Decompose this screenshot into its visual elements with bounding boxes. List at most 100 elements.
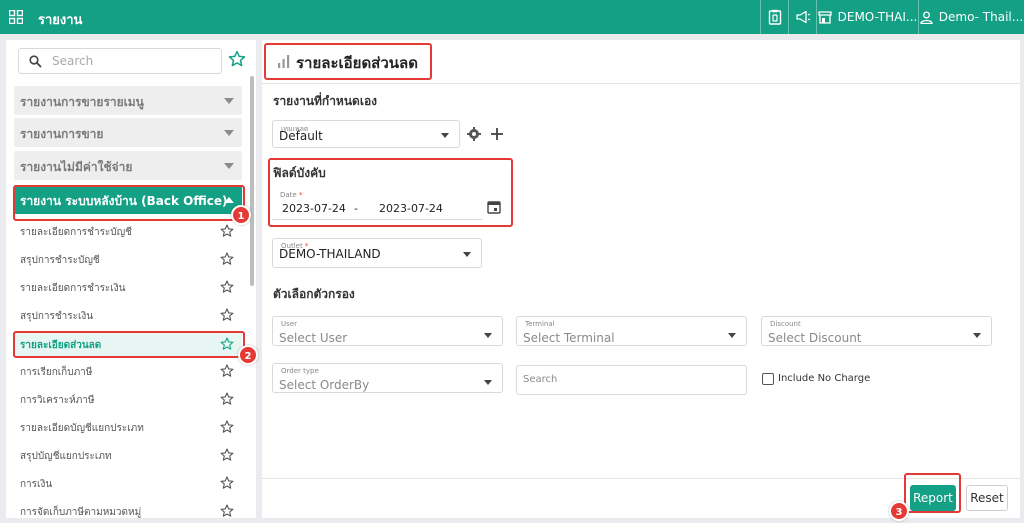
favorites-star-icon[interactable] (228, 50, 246, 68)
include-no-charge-label[interactable]: Include No Charge (778, 373, 870, 384)
gear-icon[interactable] (466, 126, 482, 142)
sidebar-item[interactable]: รายละเอียดบัญชีแยกประเภท (14, 416, 242, 440)
star-icon[interactable] (220, 337, 234, 351)
user-icon (920, 11, 933, 24)
sidebar-scrollbar[interactable] (250, 76, 254, 286)
include-no-charge-checkbox[interactable] (762, 373, 774, 385)
terminal-placeholder: Select Terminal (523, 331, 615, 345)
terminal-select[interactable]: Terminal Select Terminal (516, 316, 747, 346)
item-label: การเงิน (20, 479, 53, 490)
user-label: User (281, 320, 297, 328)
star-icon[interactable] (220, 308, 234, 322)
reset-button[interactable]: Reset (966, 485, 1008, 511)
bar-chart-icon (278, 55, 290, 68)
item-label: การเรียกเก็บภาษี (20, 367, 93, 378)
step-badge-3: 3 (889, 501, 909, 521)
required-fields-title: ฟิลด์บังคับ (273, 166, 326, 180)
discount-label: Discount (770, 320, 801, 328)
grid-icon[interactable] (9, 10, 23, 24)
sidebar-search-input[interactable]: Search (18, 48, 222, 74)
item-label: รายละเอียดบัญชีแยกประเภท (20, 423, 144, 434)
sidebar-item[interactable]: รายละเอียดการชำระบัญชี (14, 220, 242, 244)
item-label: สรุปการชำระเงิน (20, 311, 94, 322)
star-icon[interactable] (220, 252, 234, 266)
order-type-select[interactable]: Order type Select OrderBy (272, 363, 503, 393)
sidebar-item[interactable]: การวิเคราะห์ภาษี (14, 388, 242, 412)
discount-select[interactable]: Discount Select Discount (761, 316, 992, 346)
template-value: Default (279, 129, 323, 143)
group-label: รายงานการขายรายเมนู (20, 95, 144, 109)
user-placeholder: Select User (279, 331, 348, 345)
star-icon[interactable] (220, 280, 234, 294)
announcement-button[interactable] (788, 0, 816, 34)
user-menu[interactable]: Demo- Thail... (918, 0, 1024, 34)
date-end[interactable]: 2023-07-24 (379, 202, 443, 215)
item-label: รายละเอียดการชำระเงิน (20, 283, 126, 294)
item-label: การจัดเก็บภาษีตามหมวดหมู่ (20, 507, 142, 518)
chevron-down-icon (728, 333, 736, 338)
star-icon[interactable] (220, 504, 234, 518)
item-label: รายละเอียดส่วนลด (20, 340, 102, 351)
group-sales-by-menu[interactable]: รายงานการขายรายเมนู (14, 86, 242, 115)
outlet-select[interactable]: Outlet * DEMO-THAILAND (272, 238, 482, 268)
star-icon[interactable] (220, 476, 234, 490)
group-back-office[interactable]: รายงาน ระบบหลังบ้าน (Back Office) (14, 185, 242, 214)
item-label: การวิเคราะห์ภาษี (20, 395, 95, 406)
sidebar-item[interactable]: การจัดเก็บภาษีตามหมวดหมู่ (14, 500, 242, 518)
sidebar-item[interactable]: การเรียกเก็บภาษี (14, 360, 242, 384)
sidebar-item[interactable]: การเงิน (14, 472, 242, 496)
custom-report-title: รายงานที่กำหนดเอง (273, 94, 378, 108)
order-type-placeholder: Select OrderBy (279, 378, 370, 392)
sidebar-item-discount-detail[interactable]: รายละเอียดส่วนลด (14, 333, 242, 357)
template-select[interactable]: เทมเพลต Default (272, 120, 460, 148)
search-placeholder: Search (523, 374, 558, 385)
star-icon[interactable] (220, 364, 234, 378)
filter-search-input[interactable]: Search (516, 365, 747, 395)
branch-name: DEMO-THAI... (837, 10, 918, 24)
star-icon[interactable] (220, 392, 234, 406)
sidebar-item[interactable]: สรุปการชำระเงิน (14, 304, 242, 328)
group-sales[interactable]: รายงานการขาย (14, 118, 242, 147)
group-no-charge[interactable]: รายงานไม่มีค่าใช้จ่าย (14, 151, 242, 180)
plus-icon[interactable] (489, 126, 505, 142)
order-type-label: Order type (281, 367, 319, 375)
chevron-down-icon (224, 130, 234, 136)
star-icon[interactable] (220, 448, 234, 462)
user-name: Demo- Thail... (938, 10, 1024, 24)
main-panel: รายละเอียดส่วนลด รายงานที่กำหนดเอง เทมเพ… (262, 40, 1020, 518)
sidebar-item[interactable]: รายละเอียดการชำระเงิน (14, 276, 242, 300)
item-label: รายละเอียดการชำระบัญชี (20, 227, 132, 238)
date-separator: - (354, 202, 358, 215)
user-select[interactable]: User Select User (272, 316, 503, 346)
report-button[interactable]: Report (910, 485, 956, 511)
sidebar: Search รายงานการขายรายเมนู รายงานการขาย … (6, 40, 256, 518)
date-range-field[interactable]: Date * 2023-07-24 - 2023-07-24 (272, 188, 482, 220)
footer-divider (262, 478, 1020, 479)
calendar-icon[interactable] (487, 200, 501, 214)
chevron-down-icon (224, 98, 234, 104)
megaphone-icon (795, 10, 810, 24)
chevron-down-icon (463, 252, 471, 257)
top-bar: รายงาน DEMO-THAI... Demo- Thail... (0, 0, 1024, 34)
terminal-label: Terminal (525, 320, 555, 328)
chevron-down-icon (973, 333, 981, 338)
date-start[interactable]: 2023-07-24 (282, 202, 346, 215)
star-icon[interactable] (220, 224, 234, 238)
search-icon (29, 55, 42, 68)
item-label: สรุปการชำระบัญชี (20, 255, 100, 266)
outlet-value: DEMO-THAILAND (279, 247, 381, 261)
sidebar-item[interactable]: สรุปบัญชีแยกประเภท (14, 444, 242, 468)
star-icon[interactable] (220, 420, 234, 434)
chevron-down-icon (224, 163, 234, 169)
discount-placeholder: Select Discount (768, 331, 862, 345)
sidebar-item[interactable]: สรุปการชำระบัญชี (14, 248, 242, 272)
chevron-down-icon (484, 380, 492, 385)
step-badge-1: 1 (231, 205, 251, 225)
group-label: รายงานไม่มีค่าใช้จ่าย (20, 160, 133, 174)
clipboard-phone-icon (768, 9, 781, 25)
date-label: Date * (280, 191, 303, 199)
branch-selector[interactable]: DEMO-THAI... (816, 0, 918, 34)
step-badge-2: 2 (238, 345, 258, 365)
group-label: รายงาน ระบบหลังบ้าน (Back Office) (20, 194, 228, 208)
clipboard-phone-button[interactable] (760, 0, 788, 34)
